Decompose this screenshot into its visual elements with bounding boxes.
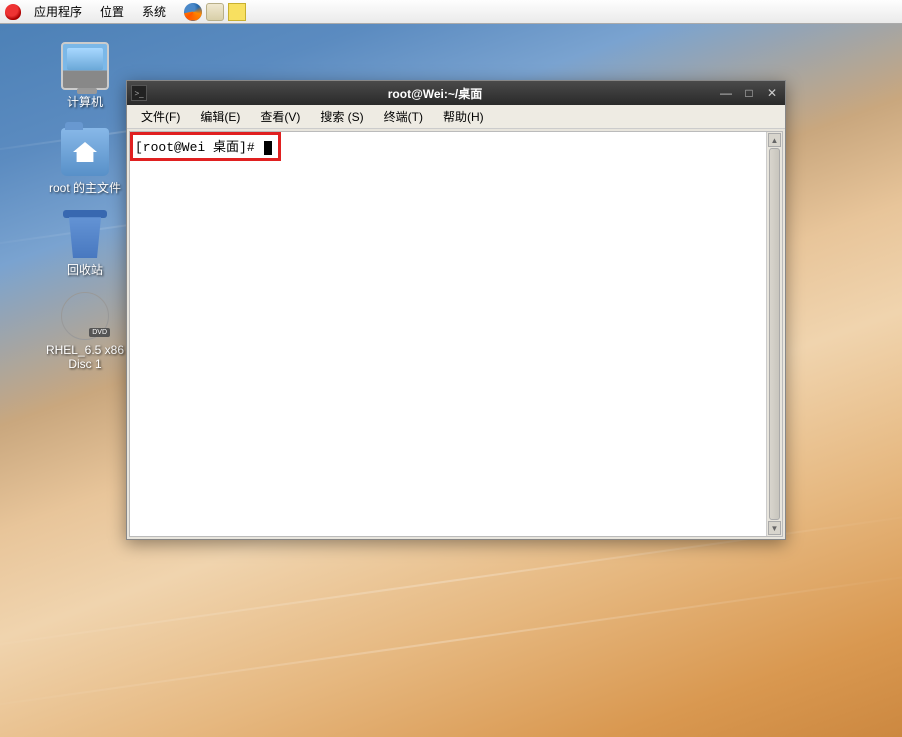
desktop-icon-label: root 的主文件	[46, 178, 124, 197]
titlebar[interactable]: >_ root@Wei:~/桌面 — □ ✕	[127, 81, 785, 105]
desktop-icon-dvd[interactable]: RHEL_6.5 x86 Disc 1	[38, 292, 132, 372]
desktop-icon-home[interactable]: root 的主文件	[45, 128, 125, 197]
trash-icon	[61, 210, 109, 258]
desktop-icon-trash[interactable]: 回收站	[45, 210, 125, 279]
panel-menu-places[interactable]: 位置	[92, 0, 132, 23]
panel-menu-system[interactable]: 系统	[134, 0, 174, 23]
window-controls: — □ ✕	[717, 85, 781, 101]
menubar: 文件(F) 编辑(E) 查看(V) 搜索 (S) 终端(T) 帮助(H)	[127, 105, 785, 129]
top-panel: 应用程序 位置 系统	[0, 0, 902, 24]
menu-terminal[interactable]: 终端(T)	[374, 105, 433, 128]
scrollbar-thumb[interactable]	[769, 148, 780, 520]
desktop-icon-label: 计算机	[64, 92, 106, 111]
cursor-icon	[264, 141, 272, 155]
desktop-icon-label: RHEL_6.5 x86 Disc 1	[43, 342, 127, 372]
terminal-window: >_ root@Wei:~/桌面 — □ ✕ 文件(F) 编辑(E) 查看(V)…	[126, 80, 786, 540]
menu-view[interactable]: 查看(V)	[250, 105, 310, 128]
maximize-button[interactable]: □	[740, 85, 758, 101]
computer-icon	[61, 42, 109, 90]
firefox-icon[interactable]	[184, 3, 202, 21]
redhat-icon[interactable]	[4, 3, 22, 21]
scroll-down-button[interactable]: ▼	[768, 521, 781, 535]
prompt-highlight: [root@Wei 桌面]#	[130, 132, 281, 161]
terminal-body-wrap: [root@Wei 桌面]# ▲ ▼	[129, 131, 783, 537]
menu-search[interactable]: 搜索 (S)	[310, 105, 373, 128]
home-folder-icon	[61, 128, 109, 176]
notes-icon[interactable]	[228, 3, 246, 21]
dvd-icon	[61, 292, 109, 340]
minimize-button[interactable]: —	[717, 85, 735, 101]
panel-menu-applications[interactable]: 应用程序	[26, 0, 90, 23]
app-launcher-icon[interactable]	[206, 3, 224, 21]
menu-edit[interactable]: 编辑(E)	[190, 105, 250, 128]
terminal-body[interactable]: [root@Wei 桌面]#	[130, 132, 766, 536]
desktop-icon-computer[interactable]: 计算机	[45, 42, 125, 111]
window-title: root@Wei:~/桌面	[153, 85, 717, 102]
bg-streak	[0, 570, 902, 711]
close-button[interactable]: ✕	[763, 85, 781, 101]
menu-help[interactable]: 帮助(H)	[433, 105, 494, 128]
scroll-up-button[interactable]: ▲	[768, 133, 781, 147]
terminal-prompt: [root@Wei 桌面]#	[135, 140, 262, 155]
terminal-icon: >_	[131, 85, 147, 101]
scrollbar[interactable]: ▲ ▼	[766, 132, 782, 536]
desktop-icon-label: 回收站	[64, 260, 106, 279]
menu-file[interactable]: 文件(F)	[131, 105, 190, 128]
